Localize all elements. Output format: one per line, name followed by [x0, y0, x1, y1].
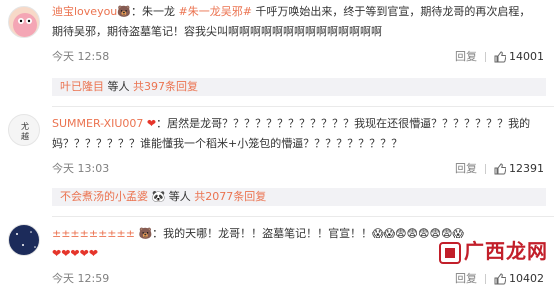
hashtag-link[interactable]: #朱一龙吴邪# — [178, 5, 251, 18]
heart-badge-icon: ❤ — [146, 117, 157, 130]
divider — [485, 164, 486, 174]
thumbs-up-icon — [494, 273, 506, 285]
avatar[interactable] — [8, 224, 40, 256]
divider — [485, 52, 486, 62]
like-button[interactable]: 12391 — [494, 160, 544, 178]
divider — [52, 106, 554, 107]
avatar[interactable]: 尤 越 — [8, 114, 40, 146]
patrick-avatar-icon — [13, 13, 37, 37]
username[interactable]: SUMMER-XIU007 — [52, 117, 143, 130]
comment-text: 迪宝loveyou🐻：朱一龙 #朱一龙吴邪# 千呼万唤始出来，终于等到官宣，期待… — [52, 2, 542, 42]
site-watermark: 广西龙网 — [439, 235, 548, 264]
watermark-logo-icon — [439, 241, 461, 264]
comment-meta: 今天 12:58 回复 14001 — [52, 48, 548, 66]
sketch-avatar-icon: 尤 越 — [21, 121, 29, 141]
timestamp: 今天 12:58 — [52, 50, 110, 63]
comment-meta: 今天 12:59 回复 10402 — [52, 270, 548, 288]
thumbs-up-icon — [494, 51, 506, 63]
like-button[interactable]: 14001 — [494, 48, 544, 66]
reply-button[interactable]: 回复 — [455, 48, 477, 66]
divider — [485, 274, 486, 284]
thumbs-up-icon — [494, 163, 506, 175]
like-count: 12391 — [509, 162, 544, 175]
reply-button[interactable]: 回复 — [455, 160, 477, 178]
member-badge-icon: 🐻 — [138, 227, 153, 240]
like-button[interactable]: 10402 — [494, 270, 544, 288]
comment-text: SUMMER-XIU007 ❤：居然是龙哥？？？？？？？？？？？？我现在还很懵逼… — [52, 117, 531, 150]
timestamp: 今天 12:59 — [52, 272, 110, 285]
timestamp: 今天 13:03 — [52, 162, 110, 175]
username[interactable]: 迪宝loveyou — [52, 5, 117, 18]
svg-text:越: 越 — [21, 131, 29, 141]
reply-button[interactable]: 回复 — [455, 270, 477, 288]
comment-meta: 今天 13:03 回复 12391 — [52, 160, 548, 178]
divider — [52, 216, 554, 217]
like-count: 10402 — [509, 272, 544, 285]
reply-preview[interactable]: 不会煮汤的小孟婆 🐼 等人 共2077条回复 — [52, 188, 546, 206]
username[interactable]: ±±±±±±±±± — [52, 227, 135, 240]
heart-sequence: ❤❤❤❤❤ — [52, 247, 99, 260]
member-badge-icon: 🐻 — [117, 5, 131, 18]
like-count: 14001 — [509, 50, 544, 63]
avatar[interactable] — [8, 6, 40, 38]
night-sky-avatar-icon — [16, 231, 36, 248]
reply-preview[interactable]: 叶已隆目 等人 共397条回复 — [52, 78, 546, 96]
svg-text:尤: 尤 — [21, 121, 29, 131]
